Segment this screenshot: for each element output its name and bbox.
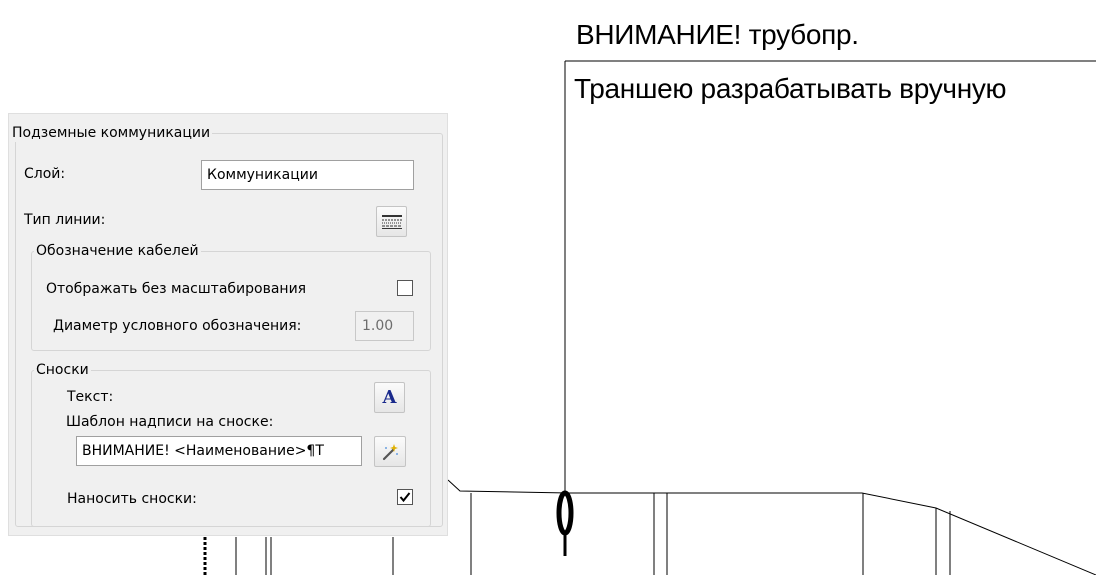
template-wizard-button[interactable] [374,436,406,467]
group-title-leaders: Сноски [34,361,91,379]
no-scale-label: Отображать без масштабирования [46,281,307,297]
template-label: Шаблон надписи на сноске: [66,414,274,430]
magic-wand-icon [382,443,398,460]
group-title-cables: Обозначение кабелей [34,242,201,260]
callout-title-text: ВНИМАНИЕ! трубопр. [576,19,859,50]
text-style-button[interactable]: A [374,382,405,413]
apply-leaders-label: Наносить сноски: [67,491,197,507]
no-scale-checkbox[interactable] [397,280,413,296]
layer-label: Слой: [24,166,66,182]
template-field[interactable]: ВНИМАНИЕ! <Наименование>¶Т [76,436,362,466]
trench-outline [447,479,1096,575]
layer-field[interactable]: Коммуникации [201,160,414,190]
text-style-icon: A [382,386,397,408]
diameter-field[interactable]: 1.00 [355,311,414,341]
checkmark-icon [399,492,411,503]
linetype-icon [381,214,402,229]
apply-leaders-checkbox[interactable] [397,489,413,505]
callout-text-line: Траншею разрабатывать вручную [574,73,1007,104]
diameter-label: Диаметр условного обозначения: [53,318,302,334]
group-title-utilities: Подземные коммуникации [10,124,213,142]
linetype-button[interactable] [376,206,407,237]
underground-utilities-panel: Подземные коммуникации Слой: Коммуникаци… [8,113,448,536]
pipe-section-symbol [556,490,574,536]
linetype-label: Тип линии: [24,212,106,228]
text-style-label: Текст: [67,389,114,405]
